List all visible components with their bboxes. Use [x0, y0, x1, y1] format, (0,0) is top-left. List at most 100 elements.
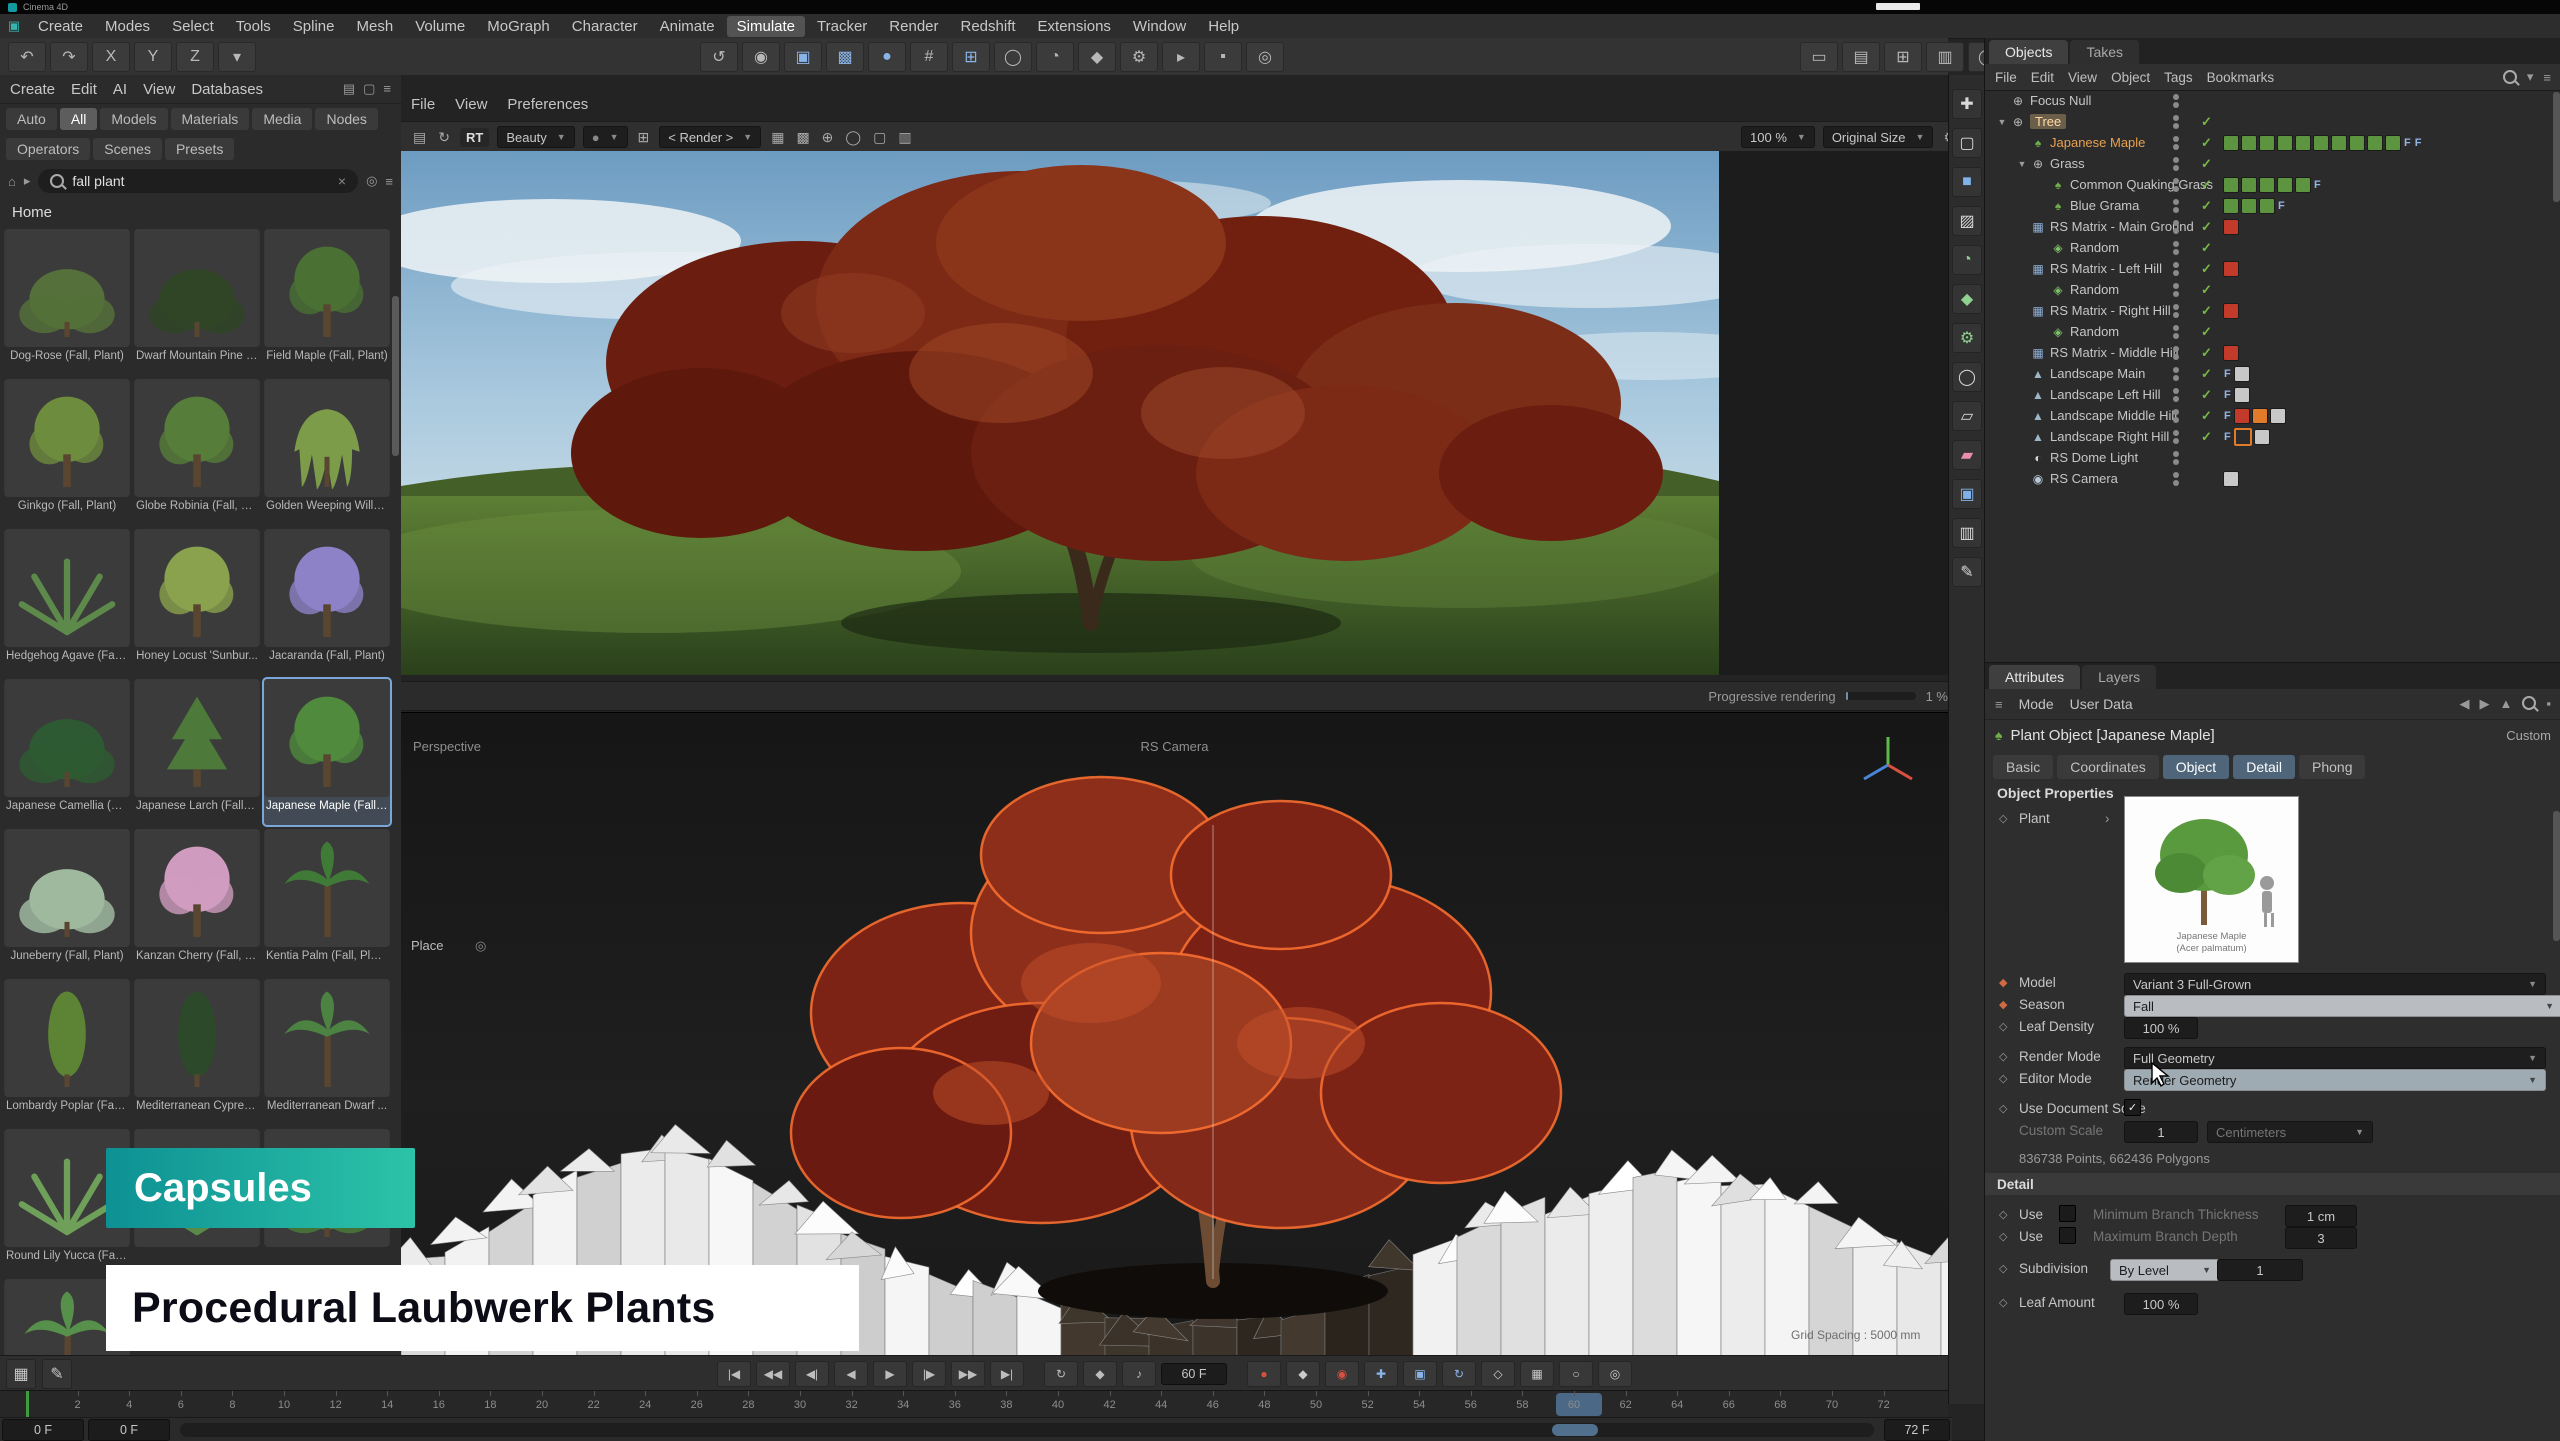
- record-pla-toggle[interactable]: ▦: [1520, 1361, 1554, 1387]
- flag-tag[interactable]: F: [2414, 137, 2423, 149]
- perspective-viewport[interactable]: Perspective RS Camera Place ◎ Grid Spaci…: [401, 712, 1948, 1356]
- asset-tile[interactable]: Kentia Palm (Fall, Plant): [264, 829, 390, 975]
- editor-visibility-dot[interactable]: [2173, 388, 2179, 394]
- panels-icon[interactable]: ▥: [896, 129, 913, 146]
- goto-end-button[interactable]: ▶|: [990, 1361, 1024, 1387]
- section-tab-presets[interactable]: Presets: [165, 138, 234, 160]
- render-visibility-dot[interactable]: [2173, 333, 2179, 339]
- tag-chip[interactable]: [2367, 135, 2383, 151]
- editor-visibility-dot[interactable]: [2173, 178, 2179, 184]
- visibility-toggles[interactable]: [2173, 346, 2179, 360]
- editor-visibility-dot[interactable]: [2173, 451, 2179, 457]
- gear-mode-icon[interactable]: ⚙: [1952, 323, 1982, 353]
- render-visibility-dot[interactable]: [2173, 144, 2179, 150]
- search-input[interactable]: fall plant ×: [38, 169, 358, 193]
- object-row[interactable]: ◈Random✓: [1985, 321, 2552, 342]
- object-mode-icon[interactable]: ◆: [1952, 284, 1982, 314]
- tag-chip[interactable]: [2234, 408, 2250, 424]
- region-icon[interactable]: ⊞: [636, 129, 652, 146]
- panel-options-icon[interactable]: ≡: [383, 81, 391, 97]
- expand-arrow-icon[interactable]: ▼: [2015, 159, 2029, 169]
- object-row[interactable]: ▲Landscape Main✓F: [1985, 363, 2552, 384]
- play-reverse-button[interactable]: ◀: [834, 1361, 868, 1387]
- asset-tile[interactable]: Field Maple (Fall, Plant): [264, 229, 390, 375]
- home-icon[interactable]: ⌂: [8, 174, 16, 189]
- object-row[interactable]: ▼⊕Grass✓: [1985, 153, 2552, 174]
- goto-start-button[interactable]: |◀: [717, 1361, 751, 1387]
- tag-chip[interactable]: [2295, 177, 2311, 193]
- axis-gizmo-icon[interactable]: [1856, 731, 1920, 795]
- camera-tool-icon[interactable]: ▣: [1952, 479, 1982, 509]
- enabled-check-icon[interactable]: ✓: [2201, 429, 2212, 445]
- render-visibility-dot[interactable]: [2173, 459, 2179, 465]
- enabled-check-icon[interactable]: ✓: [2201, 303, 2212, 319]
- plant-preview-thumbnail[interactable]: Japanese Maple (Acer palmatum): [2124, 796, 2299, 963]
- attribute-mode-mode[interactable]: Mode: [2019, 696, 2054, 712]
- tag-chip[interactable]: [2259, 198, 2275, 214]
- renderer-dropdown[interactable]: < Render >▼: [659, 126, 761, 148]
- object-manager-tab-objects[interactable]: Objects: [1989, 40, 2068, 64]
- simulate-play-icon[interactable]: ◉: [742, 42, 780, 72]
- tag-chip[interactable]: [2277, 135, 2293, 151]
- render-visibility-dot[interactable]: [2173, 123, 2179, 129]
- quantize-icon[interactable]: ◯: [994, 42, 1032, 72]
- breadcrumb[interactable]: Home: [0, 198, 401, 227]
- axis-y-toggle[interactable]: Y: [134, 42, 172, 72]
- menu-animate[interactable]: Animate: [650, 16, 725, 37]
- object-row[interactable]: ◈Random✓: [1985, 237, 2552, 258]
- zoom-dropdown[interactable]: 100 %▼: [1741, 126, 1815, 148]
- menu-tools[interactable]: Tools: [226, 16, 281, 37]
- editor-visibility-dot[interactable]: [2173, 346, 2179, 352]
- filter-tab-all[interactable]: All: [60, 108, 98, 130]
- editor-visibility-dot[interactable]: [2173, 262, 2179, 268]
- editor-visibility-dot[interactable]: [2173, 283, 2179, 289]
- range-slider-thumb[interactable]: [1552, 1424, 1598, 1436]
- object-menu-file[interactable]: File: [1995, 70, 2017, 85]
- filter-tab-nodes[interactable]: Nodes: [315, 108, 377, 130]
- model-dropdown[interactable]: Variant 3 Full-Grown▼: [2124, 973, 2546, 995]
- editor-visibility-dot[interactable]: [2173, 157, 2179, 163]
- solo-icon[interactable]: ◎: [1246, 42, 1284, 72]
- asset-tile[interactable]: Kanzan Cherry (Fall, Pl...: [134, 829, 260, 975]
- enabled-check-icon[interactable]: ✓: [2201, 177, 2212, 193]
- editor-visibility-dot[interactable]: [2173, 94, 2179, 100]
- tag-chip[interactable]: [2241, 177, 2257, 193]
- parent-up-icon[interactable]: ▲: [2500, 696, 2513, 712]
- tag-chip[interactable]: [2234, 387, 2250, 403]
- texture-mode-icon[interactable]: ▨: [1952, 206, 1982, 236]
- dock-icon[interactable]: ▤: [343, 81, 355, 97]
- simulate-reset-icon[interactable]: ↺: [700, 42, 738, 72]
- camera-name-label[interactable]: RS Camera: [1141, 739, 1209, 754]
- axis-tool-icon[interactable]: ✚: [1952, 89, 1982, 119]
- timeline-ruler[interactable]: 2468101214161820222426283032343638404244…: [0, 1390, 1948, 1418]
- object-list-icon[interactable]: ≡: [2543, 70, 2551, 85]
- grid-a-icon[interactable]: ▦: [769, 129, 786, 146]
- object-row[interactable]: ♠Blue Grama✓F: [1985, 195, 2552, 216]
- render-visibility-dot[interactable]: [2173, 480, 2179, 486]
- object-row[interactable]: ▦RS Matrix - Middle Hill✓: [1985, 342, 2552, 363]
- record-position-toggle[interactable]: ✚: [1364, 1361, 1398, 1387]
- lock-icon[interactable]: ▪: [2546, 696, 2551, 712]
- filter-tab-media[interactable]: Media: [252, 108, 312, 130]
- pen-tool-icon[interactable]: ✎: [1952, 557, 1982, 587]
- object-tab-object[interactable]: Object: [2163, 755, 2229, 779]
- tag-chip[interactable]: [2270, 408, 2286, 424]
- editor-visibility-dot[interactable]: [2173, 472, 2179, 478]
- editor-visibility-dot[interactable]: [2173, 241, 2179, 247]
- visibility-toggles[interactable]: [2173, 472, 2179, 486]
- tag-chip[interactable]: [2241, 135, 2257, 151]
- custom-scale-unit-dropdown[interactable]: Centimeters▼: [2207, 1121, 2373, 1143]
- axis-z-toggle[interactable]: Z: [176, 42, 214, 72]
- render-visibility-dot[interactable]: [2173, 102, 2179, 108]
- custom-dropdown[interactable]: Custom: [2506, 728, 2551, 743]
- object-tab-coordinates[interactable]: Coordinates: [2057, 755, 2159, 779]
- next-frame-button[interactable]: |▶: [912, 1361, 946, 1387]
- object-tab-phong[interactable]: Phong: [2299, 755, 2365, 779]
- menu-help[interactable]: Help: [1198, 16, 1249, 37]
- workplane-mode-icon[interactable]: ▱: [1952, 401, 1982, 431]
- viewport-menu-preferences[interactable]: Preferences: [507, 96, 588, 113]
- editor-visibility-dot[interactable]: [2173, 199, 2179, 205]
- object-row[interactable]: ◈Random✓: [1985, 279, 2552, 300]
- tag-chip[interactable]: [2241, 198, 2257, 214]
- render-view[interactable]: [401, 151, 1948, 675]
